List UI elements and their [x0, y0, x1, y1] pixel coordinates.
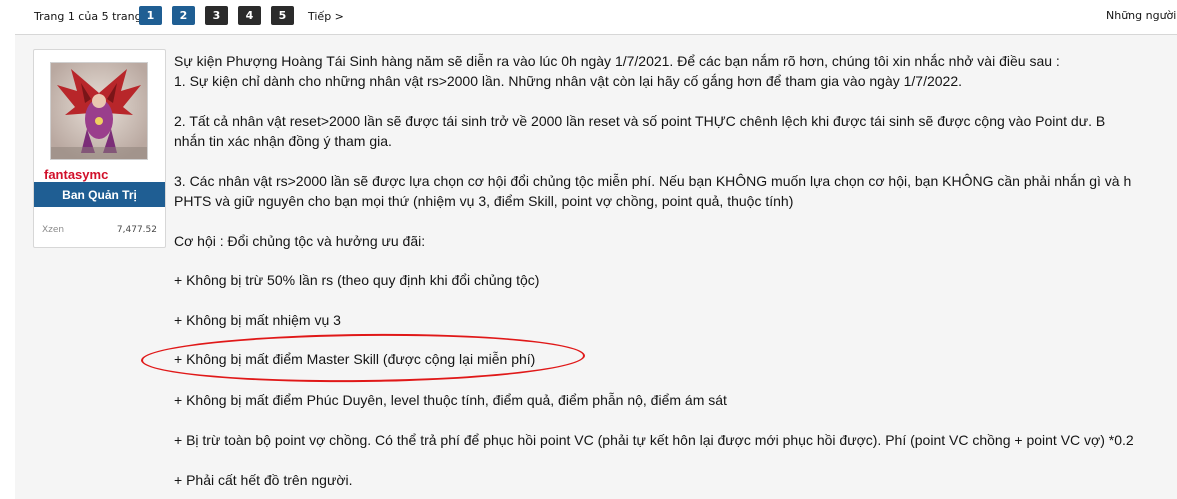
role-badge: Ban Quản Trị	[34, 182, 165, 207]
viewers-label: Những người đ	[1106, 9, 1177, 22]
post-line: + Không bị mất điểm Phúc Duyên, level th…	[174, 392, 727, 408]
username[interactable]: fantasymc	[44, 167, 108, 182]
stat-value: 7,477.52	[116, 225, 157, 235]
post-line: + Không bị mất nhiệm vụ 3	[174, 312, 341, 328]
page-button-1[interactable]: 1	[139, 6, 162, 25]
page-label: Trang 1 của 5 trang	[34, 10, 142, 23]
post-line: 2. Tất cả nhân vật reset>2000 lần sẽ đượ…	[174, 113, 1106, 129]
page-button-2[interactable]: 2	[172, 6, 195, 25]
post-line: 1. Sự kiện chỉ dành cho những nhân vật r…	[174, 73, 963, 89]
stat-label: Xzen	[42, 225, 65, 235]
post-line: + Không bị trừ 50% lần rs (theo quy định…	[174, 272, 540, 288]
page-button-5[interactable]: 5	[271, 6, 294, 25]
post-line: 3. Các nhân vật rs>2000 lần sẽ được lựa …	[174, 173, 1132, 189]
user-card: fantasymc Ban Quản Trị Xzen 7,477.52	[33, 49, 166, 248]
post-line: PHTS và giữ nguyên cho bạn mọi thứ (nhiệ…	[174, 193, 794, 209]
avatar-image	[51, 63, 147, 159]
avatar[interactable]	[50, 62, 148, 160]
post-line: + Bị trừ toàn bộ point vợ chồng. Có thể …	[174, 432, 1134, 448]
post-line: + Phải cất hết đồ trên người.	[174, 472, 353, 488]
post-line: nhắn tin xác nhận đồng ý tham gia.	[174, 133, 392, 149]
post-line: Cơ hội : Đổi chủng tộc và hưởng ưu đãi:	[174, 233, 426, 249]
page-button-3[interactable]: 3	[205, 6, 228, 25]
next-page-link[interactable]: Tiếp >	[308, 10, 344, 23]
post-line: Sự kiện Phượng Hoàng Tái Sinh hàng năm s…	[174, 53, 1060, 69]
page-button-4[interactable]: 4	[238, 6, 261, 25]
pagination-bar: Trang 1 của 5 trang 1 2 3 4 5 Tiếp > Nhữ…	[0, 0, 1177, 30]
